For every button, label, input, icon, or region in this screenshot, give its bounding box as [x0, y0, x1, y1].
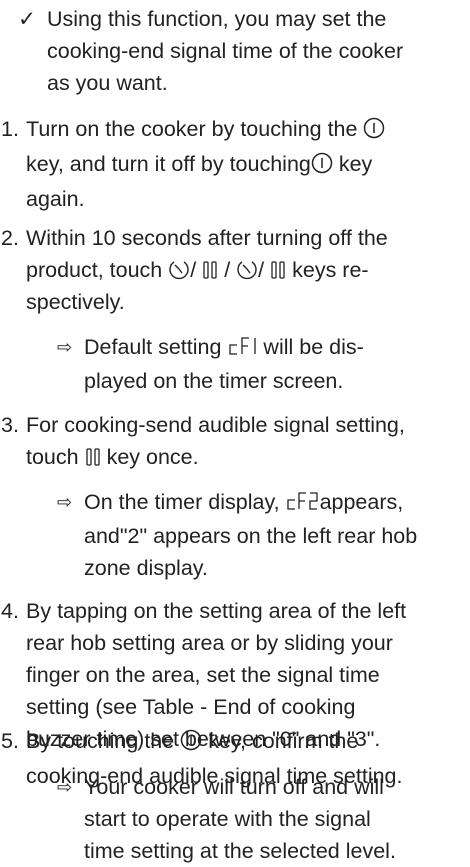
step-number: 4. — [1, 599, 19, 623]
result-line: zone display. — [84, 556, 208, 580]
result-line: Your cooker will turn off and will — [84, 775, 384, 799]
power-icon — [363, 116, 385, 148]
pause-icon — [270, 257, 286, 289]
check-mark-icon: ✓ — [18, 7, 37, 31]
result-arrow-icon: ⇨ — [57, 777, 73, 797]
result-arrow-icon: ⇨ — [57, 337, 73, 357]
step-line: By touching the — [26, 729, 175, 753]
step-line: again. — [26, 187, 85, 211]
step-line: By tapping on the setting area of the le… — [26, 599, 407, 623]
timer-icon — [168, 257, 190, 289]
step-text: For cooking-send audible signal setting,… — [26, 409, 466, 476]
result-line: start to operate with the signal — [84, 807, 371, 831]
step-2: 2. Within 10 seconds after turning off t… — [0, 222, 470, 286]
step-2-cont: spectively. — [0, 286, 470, 318]
result-text: On the timer display, appears, and"2" ap… — [84, 486, 468, 584]
result-line: and"2" appears on the left rear hob — [84, 524, 418, 548]
result-arrow-icon: ⇨ — [57, 492, 73, 512]
step-line: touch — [26, 445, 79, 469]
result-2: ⇨ On the timer display, appears, and"2" … — [0, 486, 470, 582]
power-icon — [180, 728, 202, 760]
step-line: spectively. — [26, 290, 125, 314]
timer-icon — [236, 257, 258, 289]
result-3: ⇨ Your cooker will turn off and will sta… — [0, 771, 470, 867]
step-line: key, and turn it off by touching — [26, 152, 311, 176]
result-1: ⇨ Default setting will be dis- played on… — [0, 331, 470, 395]
step-line: keys re- — [292, 258, 369, 282]
intro-note: ✓ Using this function, you may set the c… — [0, 3, 470, 99]
step-line: key — [338, 152, 373, 176]
slash-separator: / — [190, 258, 197, 282]
step-number: 3. — [1, 413, 19, 437]
intro-line: cooking-end signal time of the cooker — [47, 39, 404, 63]
step-line: finger on the area, set the signal time — [26, 663, 380, 687]
display-cf-icon — [227, 333, 257, 365]
step-number: 2. — [1, 226, 19, 250]
step-line: Within 10 seconds after turning off the — [26, 226, 388, 250]
result-line: appears, — [319, 490, 404, 514]
step-line: key, confirm the — [208, 729, 359, 753]
intro-line: as you want. — [47, 71, 168, 95]
pause-icon — [202, 257, 218, 289]
power-icon — [311, 151, 333, 183]
slash-separator: / — [258, 258, 265, 282]
result-line: time setting at the selected level. — [84, 839, 396, 863]
result-line: Default setting — [84, 335, 222, 359]
result-text: Your cooker will turn off and will start… — [84, 771, 468, 867]
result-line: played on the timer screen. — [84, 369, 344, 393]
pause-icon — [85, 444, 101, 476]
step-line: setting (see Table - End of cooking — [26, 695, 356, 719]
step-number: 5. — [1, 729, 19, 753]
intro-text: Using this function, you may set the coo… — [47, 3, 467, 99]
step-line: product, touch — [26, 258, 163, 282]
step-3: 3. For cooking-send audible signal setti… — [0, 409, 470, 473]
slash-separator: / — [224, 258, 231, 282]
step-line: key once. — [106, 445, 199, 469]
instruction-page: ✓ Using this function, you may set the c… — [0, 0, 470, 867]
result-text: Default setting will be dis- played on t… — [84, 331, 468, 397]
result-line: On the timer display, — [84, 490, 280, 514]
step-1: 1. Turn on the cooker by touching the ke… — [0, 113, 470, 211]
step-text: Turn on the cooker by touching the key, … — [26, 113, 466, 215]
step-number: 1. — [1, 117, 19, 141]
step-line: For cooking-send audible signal setting, — [26, 413, 405, 437]
intro-line: Using this function, you may set the — [47, 7, 387, 31]
step-text: Within 10 seconds after turning off the … — [26, 222, 466, 289]
step-line: Turn on the cooker by touching the — [26, 117, 358, 141]
result-line: will be dis- — [263, 335, 364, 359]
display-cf2-icon — [286, 488, 320, 520]
step-line: rear hob setting area or by sliding your — [26, 631, 393, 655]
